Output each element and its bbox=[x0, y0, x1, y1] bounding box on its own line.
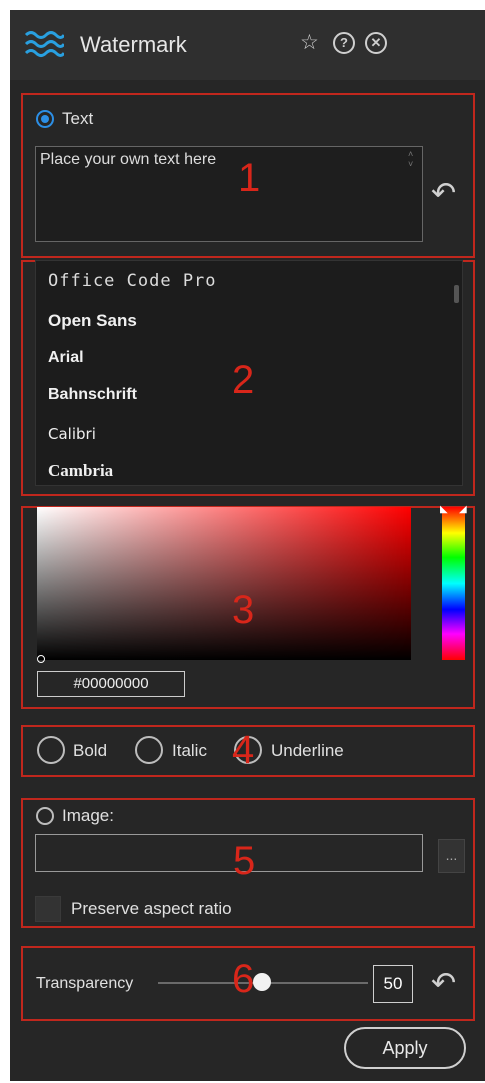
browse-button[interactable]: ... bbox=[438, 839, 465, 873]
annotation-number: 1 bbox=[238, 156, 261, 200]
hue-handle-right[interactable]: ◢ bbox=[459, 504, 467, 515]
bold-checkbox[interactable] bbox=[37, 736, 65, 764]
preserve-aspect-checkbox[interactable] bbox=[35, 896, 61, 922]
apply-button[interactable]: Apply bbox=[344, 1027, 466, 1069]
italic-checkbox[interactable] bbox=[135, 736, 163, 764]
watermark-panel: Watermark ☆ ? ✕ Text Place your own text… bbox=[10, 10, 485, 1081]
color-hex-input[interactable]: #00000000 bbox=[37, 671, 185, 697]
annotation-number: 3 bbox=[232, 588, 255, 632]
font-item[interactable]: Arial bbox=[48, 349, 84, 367]
text-radio-label: Text bbox=[62, 109, 94, 128]
font-item[interactable]: Cambria bbox=[48, 461, 113, 481]
reset-transparency-icon[interactable]: ↶ bbox=[431, 966, 456, 1001]
bold-label: Bold bbox=[73, 741, 108, 760]
scroll-up-icon[interactable]: ˄ bbox=[408, 149, 413, 159]
font-item[interactable]: Bahnschrift bbox=[48, 386, 137, 404]
annotation-number: 2 bbox=[232, 358, 255, 402]
watermark-text-value: Place your own text here bbox=[40, 151, 217, 168]
transparency-value-input[interactable]: 50 bbox=[373, 965, 413, 1003]
star-icon[interactable]: ☆ bbox=[300, 32, 319, 54]
image-path-input[interactable] bbox=[35, 834, 423, 872]
annotation-number: 4 bbox=[232, 728, 255, 772]
text-radio[interactable] bbox=[36, 110, 54, 128]
reset-text-icon[interactable]: ↶ bbox=[431, 176, 456, 211]
font-item[interactable]: Office Code Pro bbox=[48, 271, 217, 291]
annotation-number: 6 bbox=[232, 957, 255, 1001]
color-saturation-field[interactable] bbox=[37, 507, 411, 660]
font-item[interactable]: Calibri bbox=[48, 425, 96, 443]
panel-title: Watermark bbox=[80, 32, 187, 57]
hue-slider[interactable] bbox=[442, 507, 465, 660]
font-item[interactable]: Open Sans bbox=[48, 311, 137, 331]
watermark-text-input[interactable]: Place your own text here ˄ ˅ bbox=[35, 146, 423, 242]
wave-logo-icon bbox=[24, 31, 64, 57]
preserve-aspect-label: Preserve aspect ratio bbox=[71, 899, 232, 918]
panel-header: Watermark ☆ ? ✕ bbox=[10, 10, 485, 80]
italic-label: Italic bbox=[172, 741, 207, 760]
image-radio[interactable] bbox=[36, 807, 54, 825]
annotation-number: 5 bbox=[233, 839, 256, 883]
image-radio-label: Image: bbox=[62, 806, 114, 825]
transparency-label: Transparency bbox=[36, 975, 134, 992]
underline-label: Underline bbox=[271, 741, 344, 760]
scroll-down-icon[interactable]: ˅ bbox=[408, 159, 413, 169]
transparency-slider-thumb[interactable] bbox=[253, 973, 271, 991]
color-picker-handle[interactable] bbox=[37, 655, 45, 663]
close-icon[interactable]: ✕ bbox=[365, 32, 387, 54]
hue-handle-left[interactable]: ◣ bbox=[440, 504, 448, 515]
help-icon[interactable]: ? bbox=[333, 32, 355, 54]
font-list-scrollbar[interactable] bbox=[454, 285, 459, 303]
